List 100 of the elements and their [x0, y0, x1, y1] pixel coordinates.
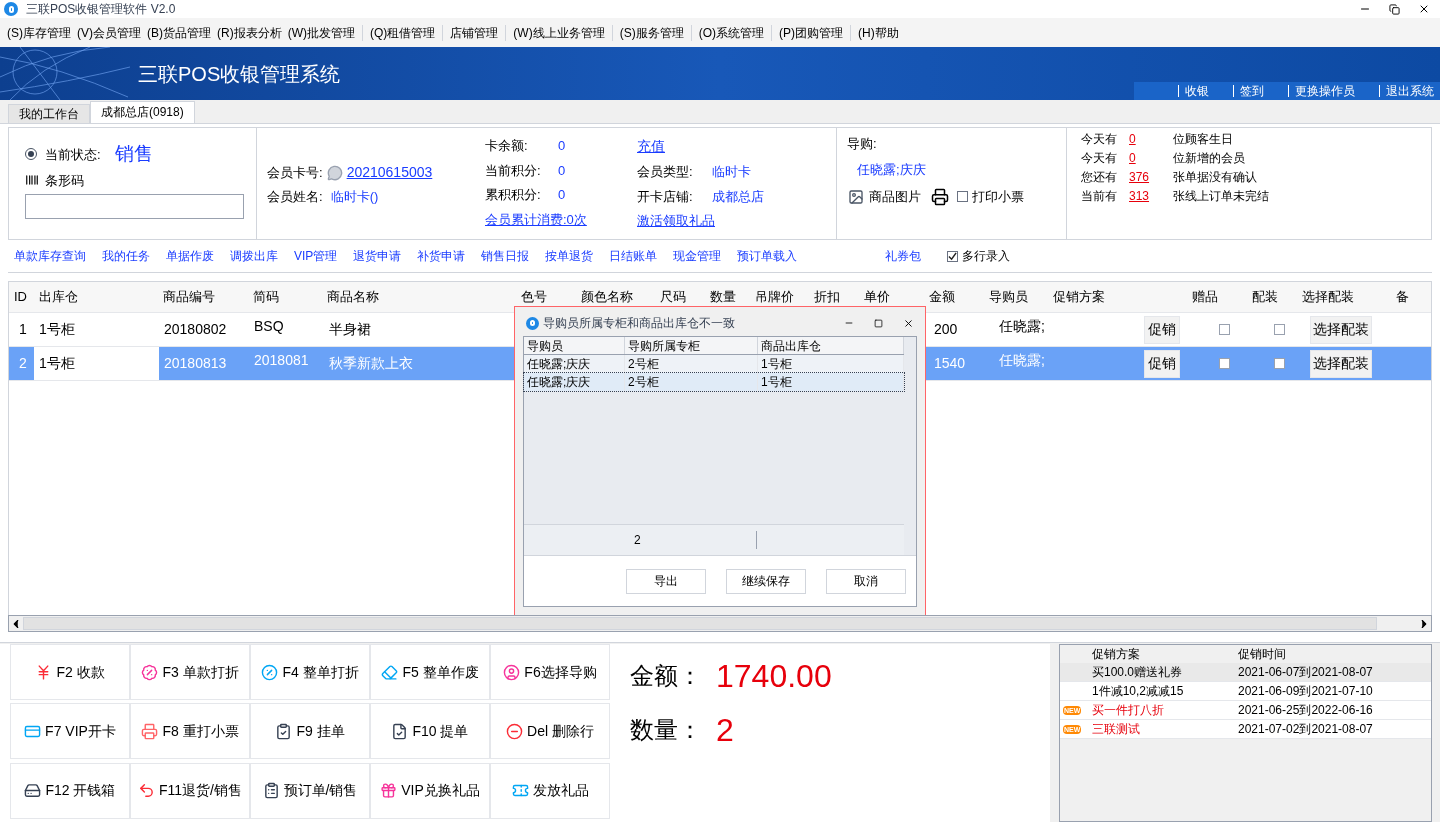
checkbox[interactable]	[1218, 324, 1230, 335]
multi-entry-label: 多行录入	[962, 248, 1011, 265]
dialog-button[interactable]: 取消	[826, 568, 906, 594]
quick-link[interactable]: 销售日报	[481, 247, 530, 265]
menu-item[interactable]: (S)库存管理	[4, 23, 74, 42]
column-header: 商品名称	[326, 288, 381, 307]
promotion-row[interactable]: 1件减10,2减减15 2021-06-09到2021-07-10	[1060, 682, 1431, 701]
function-key-button[interactable]: F4 整单打折	[250, 644, 370, 700]
notice-prefix: 当前有	[1081, 188, 1118, 205]
grid-row[interactable]: 任晓露;庆庆 2号柜 1号柜	[524, 373, 904, 391]
menu-item[interactable]: (H)帮助	[855, 23, 902, 42]
total-value: 2	[716, 711, 734, 750]
menu-item[interactable]: (B)货品管理	[144, 23, 214, 42]
menu-item[interactable]: 店铺管理	[447, 23, 502, 42]
checkbox[interactable]	[947, 250, 959, 262]
menu-item[interactable]: (V)会员管理	[74, 23, 144, 42]
barcode-field[interactable]	[25, 194, 244, 219]
banner-link[interactable]: 收银	[1178, 85, 1209, 97]
banner-link[interactable]: 签到	[1233, 85, 1264, 97]
quick-link[interactable]: 补货申请	[417, 247, 466, 265]
notice-count-link[interactable]: 0	[1129, 149, 1173, 167]
close-icon[interactable]	[1418, 3, 1430, 15]
function-key-button[interactable]: Del 删除行	[490, 703, 610, 760]
quick-link[interactable]: 单据作废	[166, 247, 214, 265]
gift-link[interactable]: 激活领取礼品	[637, 211, 715, 231]
notice-count-link[interactable]: 376	[1129, 168, 1173, 186]
menu-item[interactable]: (P)团购管理	[776, 23, 846, 42]
notice-text: 位新增的会员	[1173, 150, 1245, 167]
function-key-button[interactable]: F10 提单	[370, 703, 490, 760]
dialog-button[interactable]: 导出	[626, 568, 706, 594]
coupon-link[interactable]: 礼券包	[885, 247, 922, 265]
status-label: 当前状态:	[45, 145, 101, 164]
notice-text: 张单据没有确认	[1173, 169, 1257, 186]
choose-assembly-button[interactable]: 选择配装	[1310, 315, 1372, 344]
notice-count-link[interactable]: 313	[1129, 187, 1173, 205]
column-header: 出库仓	[37, 288, 79, 307]
promotion-period: 2021-07-02到2021-08-07	[1238, 721, 1373, 738]
checkbox[interactable]	[1273, 324, 1285, 335]
grid-cell: 任晓露;庆庆	[524, 373, 625, 391]
close-icon[interactable]	[903, 317, 914, 329]
function-key-button[interactable]: F5 整单作废	[370, 644, 490, 700]
grid-cell: 2号柜	[625, 373, 758, 391]
horizontal-scrollbar[interactable]	[8, 615, 1432, 632]
function-key-button[interactable]: F3 单款打折	[130, 644, 250, 700]
product-image-button[interactable]: 商品图片	[869, 187, 921, 207]
notice-count-link[interactable]: 0	[1129, 130, 1173, 148]
quick-link[interactable]: 预订单载入	[737, 247, 798, 265]
guide-label: 导购:	[847, 135, 878, 153]
app-logo-icon	[526, 316, 539, 330]
recharge-link[interactable]: 充值	[637, 136, 665, 157]
promotion-row[interactable]: 买100.0赠送礼券 2021-06-07到2021-08-07	[1060, 663, 1431, 682]
card-number-link[interactable]: 20210615003	[346, 162, 433, 183]
quick-link[interactable]: 日结账单	[609, 247, 658, 265]
function-key-button[interactable]: 发放礼品	[490, 762, 610, 819]
quick-link[interactable]: 调拨出库	[230, 247, 278, 265]
table-cell: 1号柜	[34, 347, 159, 380]
stat-value: 0	[558, 161, 566, 180]
column-header: 颜色名称	[579, 288, 634, 307]
tab[interactable]: 我的工作台	[8, 104, 90, 123]
tab[interactable]: 成都总店(0918)	[90, 101, 195, 123]
function-key-button[interactable]: F8 重打小票	[130, 703, 250, 760]
promotion-button[interactable]: 促销	[1144, 315, 1180, 344]
checkbox[interactable]	[1218, 358, 1230, 369]
menu-item[interactable]: (O)系统管理	[695, 23, 767, 42]
promotion-button[interactable]: 促销	[1144, 349, 1180, 378]
printer-icon[interactable]	[931, 187, 949, 206]
checkbox[interactable]	[1273, 358, 1285, 369]
function-key-button[interactable]: F9 挂单	[250, 703, 370, 760]
banner-link[interactable]: 退出系统	[1379, 85, 1434, 97]
function-key-button[interactable]: F7 VIP开卡	[10, 703, 130, 760]
function-key-button[interactable]: F11退货/销售	[130, 762, 250, 819]
quick-link[interactable]: 我的任务	[102, 247, 150, 265]
restore-icon[interactable]	[1389, 3, 1400, 15]
quick-link[interactable]: 现金管理	[673, 247, 722, 265]
menu-item[interactable]: (W)线上业务管理	[510, 23, 608, 42]
menu-item[interactable]: (R)报表分析	[214, 23, 285, 42]
dialog-button[interactable]: 继续保存	[726, 568, 806, 594]
column-header: 商品编号	[162, 288, 217, 307]
quick-link[interactable]: 退货申请	[353, 247, 402, 265]
function-key-button[interactable]: F12 开钱箱	[10, 762, 130, 819]
grid-row[interactable]: 任晓露;庆庆 2号柜 1号柜	[524, 355, 904, 373]
banner-link[interactable]: 更换操作员	[1288, 85, 1355, 97]
quick-link[interactable]: 单款库存查询	[14, 247, 86, 265]
total-label: 数量：	[630, 715, 703, 745]
quick-link[interactable]: VIP管理	[294, 247, 338, 265]
function-key-button[interactable]: VIP兑换礼品	[370, 762, 490, 819]
quick-link[interactable]: 按单退货	[545, 247, 594, 265]
column-header: 金额	[927, 288, 956, 307]
menu-item[interactable]: (S)服务管理	[616, 23, 687, 42]
column-header: 选择配装	[1300, 288, 1355, 307]
function-key-button[interactable]: F2 收款	[10, 644, 130, 700]
menu-item[interactable]: (Q)租借管理	[367, 23, 439, 42]
checkbox[interactable]	[957, 191, 968, 203]
function-key-button[interactable]: F6选择导购	[490, 644, 610, 700]
maximize-icon[interactable]	[874, 318, 883, 328]
choose-assembly-button[interactable]: 选择配装	[1310, 349, 1372, 378]
consumption-link[interactable]: 会员累计消费:0次	[485, 209, 637, 229]
table-cell-text: 2018081	[253, 351, 310, 370]
function-key-button[interactable]: 预订单/销售	[250, 762, 370, 819]
menu-item[interactable]: (W)批发管理	[284, 23, 358, 42]
